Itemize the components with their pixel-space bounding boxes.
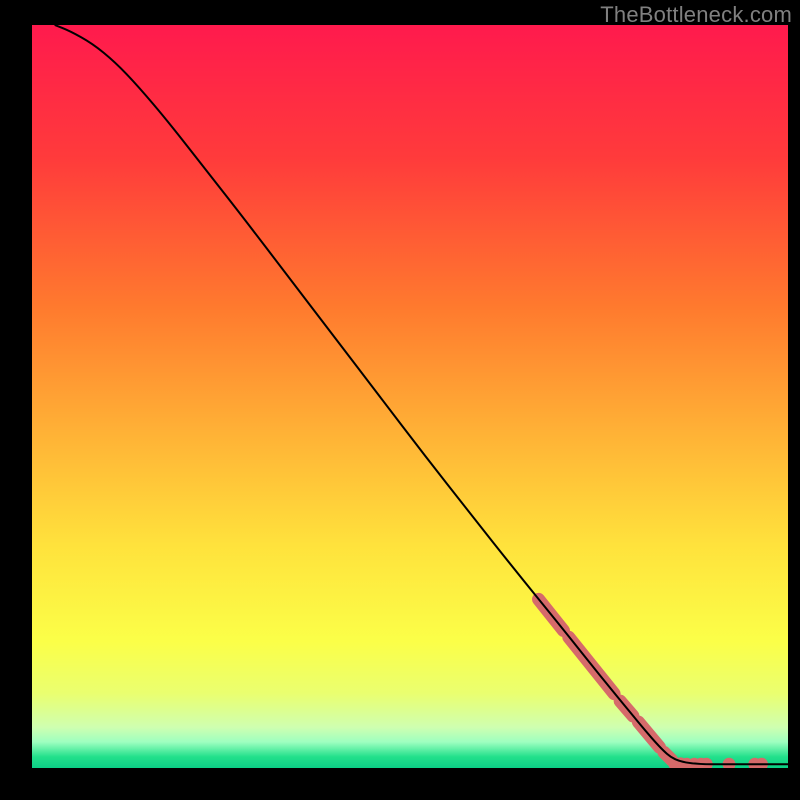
chart-svg — [32, 25, 788, 768]
chart-frame — [10, 25, 790, 790]
heat-background — [32, 25, 788, 768]
plot-area — [32, 25, 788, 768]
watermark-text: TheBottleneck.com — [600, 2, 792, 28]
